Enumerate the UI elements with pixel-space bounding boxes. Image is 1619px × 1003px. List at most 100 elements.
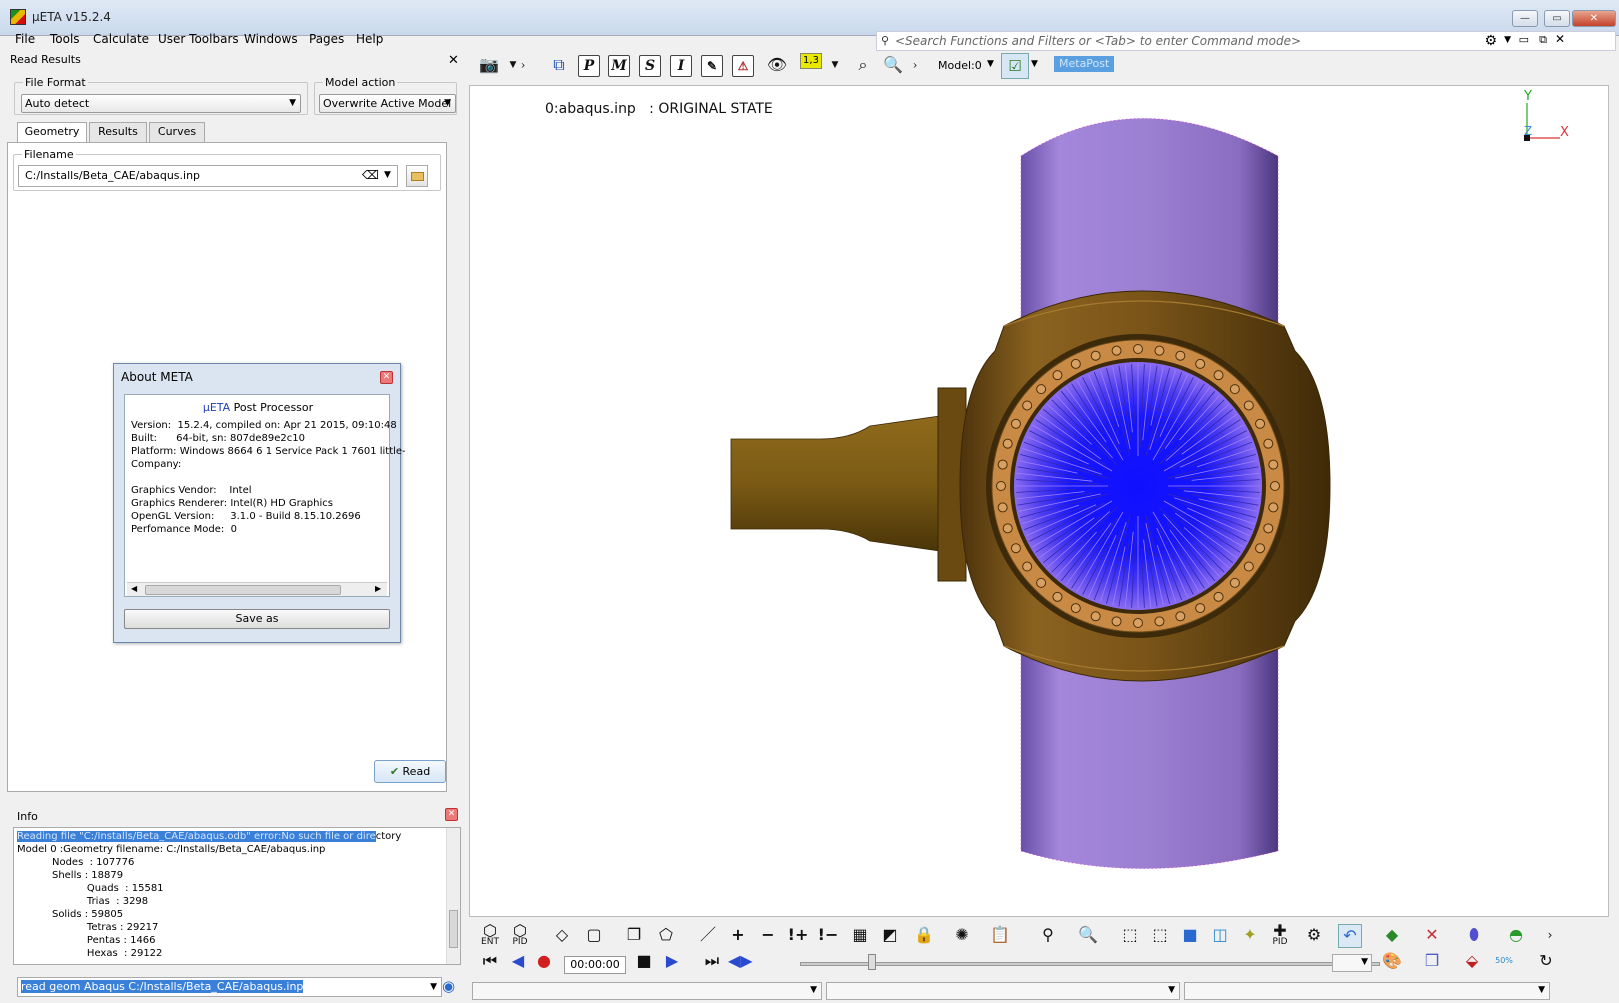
command-search-input[interactable]: ⚲ <Search Functions and Filters or <Tab>… — [876, 31, 1616, 51]
cube-hidden-icon[interactable]: ⬚ — [1148, 924, 1172, 948]
tab-results[interactable]: Results — [89, 122, 147, 142]
copy-icon[interactable]: ❐ — [622, 924, 646, 948]
add-icon[interactable]: + — [726, 924, 750, 948]
maximize-button[interactable]: ▭ — [1544, 10, 1570, 27]
tab-geometry[interactable]: Geometry — [17, 122, 87, 143]
line-icon[interactable]: ／ — [696, 924, 720, 948]
play-forward-icon[interactable]: ▶ — [660, 950, 684, 974]
command-input[interactable]: read geom Abaqus C:/Installs/Beta_CAE/ab… — [17, 977, 442, 997]
clipboard-icon[interactable]: 📋 — [988, 924, 1012, 948]
i-icon[interactable]: I — [670, 55, 692, 77]
time-display[interactable]: 00:00:00 — [564, 956, 626, 974]
search-icon[interactable]: ⚲ — [1036, 924, 1060, 948]
annotation-icon[interactable]: ✎ — [701, 55, 723, 77]
close-panel-icon[interactable]: ✕ — [1555, 32, 1565, 46]
pid-icon[interactable]: ⬡ PID — [508, 920, 532, 947]
chevron-down-icon[interactable]: ▼ — [822, 53, 848, 79]
eraser-icon[interactable]: ◇ — [550, 924, 574, 948]
frame-select[interactable]: ▼ — [1332, 954, 1372, 972]
plot-icon[interactable]: ⚠ — [732, 55, 754, 77]
model-select-chevron-icon[interactable]: ▼ — [987, 59, 994, 69]
menu-calculate[interactable]: Calculate — [93, 32, 149, 46]
transform-icon[interactable]: ✕ — [1420, 924, 1444, 948]
gear-icon[interactable]: ⚙ — [1484, 33, 1497, 49]
camera-icon[interactable]: 📷 — [476, 53, 502, 79]
file-format-select[interactable]: Auto detect ▼ — [21, 94, 301, 113]
record-icon[interactable]: ● — [532, 950, 556, 974]
menu-tools[interactable]: Tools — [50, 32, 80, 46]
model-tree-icon[interactable]: ⧉ — [546, 53, 572, 79]
time-slider[interactable] — [800, 962, 1380, 966]
cube-shaded-icon[interactable]: ■ — [1178, 924, 1202, 948]
box-icon[interactable]: ◆ — [1380, 924, 1404, 948]
vertical-scrollbar[interactable] — [446, 828, 460, 964]
refresh-icon[interactable]: ↻ — [1534, 950, 1558, 974]
menu-help[interactable]: Help — [356, 32, 383, 46]
tab-curves[interactable]: Curves — [149, 122, 205, 142]
filename-input[interactable]: C:/Installs/Beta_CAE/abaqus.inp ⌫ ▼ — [18, 165, 398, 187]
read-button[interactable]: ✔ Read — [374, 760, 446, 783]
ratio-icon[interactable]: 1,3 — [800, 53, 822, 69]
scroll-right-icon[interactable]: ▶ — [375, 584, 381, 593]
menu-pages[interactable]: Pages — [309, 32, 344, 46]
contour-icon[interactable]: ◓ — [1504, 924, 1528, 948]
chevron-down-icon[interactable]: ▼ — [1031, 59, 1038, 69]
cube-icon[interactable]: ❒ — [1420, 950, 1444, 974]
p-icon[interactable]: P — [578, 55, 600, 77]
chevron-right-icon[interactable]: › — [510, 53, 536, 79]
nodes-icon[interactable]: ✺ — [950, 924, 974, 948]
status-field-3[interactable]: ▼ — [1184, 982, 1550, 1000]
cube-outline-icon[interactable]: ◫ — [1208, 924, 1232, 948]
remove-icon[interactable]: − — [756, 924, 780, 948]
scroll-thumb[interactable] — [145, 585, 341, 595]
ent-icon[interactable]: ⬡ ENT — [478, 920, 502, 947]
scroll-left-icon[interactable]: ◀ — [131, 584, 137, 593]
save-as-button[interactable]: Save as — [124, 609, 390, 629]
palette-icon[interactable]: 🎨 — [1380, 950, 1404, 974]
chevron-down-icon[interactable]: ▼ — [430, 978, 437, 996]
metapost-chip[interactable]: MetaPost — [1054, 56, 1115, 72]
transparency-icon[interactable]: 50% — [1492, 950, 1516, 974]
s-icon[interactable]: S — [639, 55, 661, 77]
first-frame-icon[interactable]: ⏮ — [478, 950, 502, 974]
remove-only-icon[interactable]: !− — [816, 924, 840, 948]
close-icon[interactable]: ✕ — [445, 808, 458, 821]
curve-icon[interactable]: ↶ — [1338, 924, 1362, 948]
scroll-thumb[interactable] — [449, 910, 458, 948]
execute-command-icon[interactable]: ◉ — [442, 977, 455, 995]
close-icon[interactable]: ✕ — [448, 53, 459, 68]
add-only-icon[interactable]: !+ — [786, 924, 810, 948]
polygon-icon[interactable]: ⬠ — [654, 924, 678, 948]
restore-panel-icon[interactable]: ⧉ — [1539, 33, 1547, 47]
light-icon[interactable]: ✦ — [1238, 924, 1262, 948]
visibility-eye-icon[interactable]: 👁 — [764, 53, 790, 79]
chevron-right-icon[interactable]: › — [1538, 924, 1562, 948]
layers-icon[interactable]: ◩ — [878, 924, 902, 948]
settings-icon[interactable]: ⚙ — [1302, 924, 1326, 948]
menu-user-toolbars[interactable]: User Toolbars — [158, 32, 239, 46]
status-field-1[interactable]: ▼ — [472, 982, 822, 1000]
checklist-icon[interactable]: ☑ — [1001, 53, 1029, 79]
ellipse-icon[interactable]: ⬮ — [1462, 924, 1486, 948]
play-backward-icon[interactable]: ◀ — [506, 950, 530, 974]
zoom-window-icon[interactable]: ⌕ — [850, 53, 876, 79]
graphics-viewport[interactable]: 0:abaqus.inp : ORIGINAL STATE Y X Z — [469, 85, 1609, 917]
chevron-down-icon[interactable]: ▼ — [384, 170, 391, 180]
close-icon[interactable]: ✕ — [380, 371, 393, 384]
model-action-select[interactable]: Overwrite Active Model ▼ — [319, 94, 456, 113]
browse-button[interactable] — [406, 165, 428, 187]
minimize-button[interactable]: — — [1512, 10, 1538, 27]
stop-icon[interactable]: ■ — [632, 950, 656, 974]
pid-color-icon[interactable]: ✚ PID — [1268, 920, 1292, 947]
slider-handle[interactable] — [868, 954, 876, 970]
select-box-icon[interactable]: ▢ — [582, 924, 606, 948]
close-window-button[interactable]: ✕ — [1572, 10, 1616, 27]
fill-color-icon[interactable]: ⬙ — [1460, 950, 1484, 974]
grid-icon[interactable]: ▦ — [848, 924, 872, 948]
last-frame-icon[interactable]: ⏭ — [700, 950, 724, 974]
clear-field-icon[interactable]: ⌫ — [362, 168, 379, 182]
m-icon[interactable]: M — [608, 55, 630, 77]
cube-wire-icon[interactable]: ⬚ — [1118, 924, 1142, 948]
menu-windows[interactable]: Windows — [244, 32, 298, 46]
horizontal-scrollbar[interactable]: ◀ ▶ — [127, 582, 387, 596]
